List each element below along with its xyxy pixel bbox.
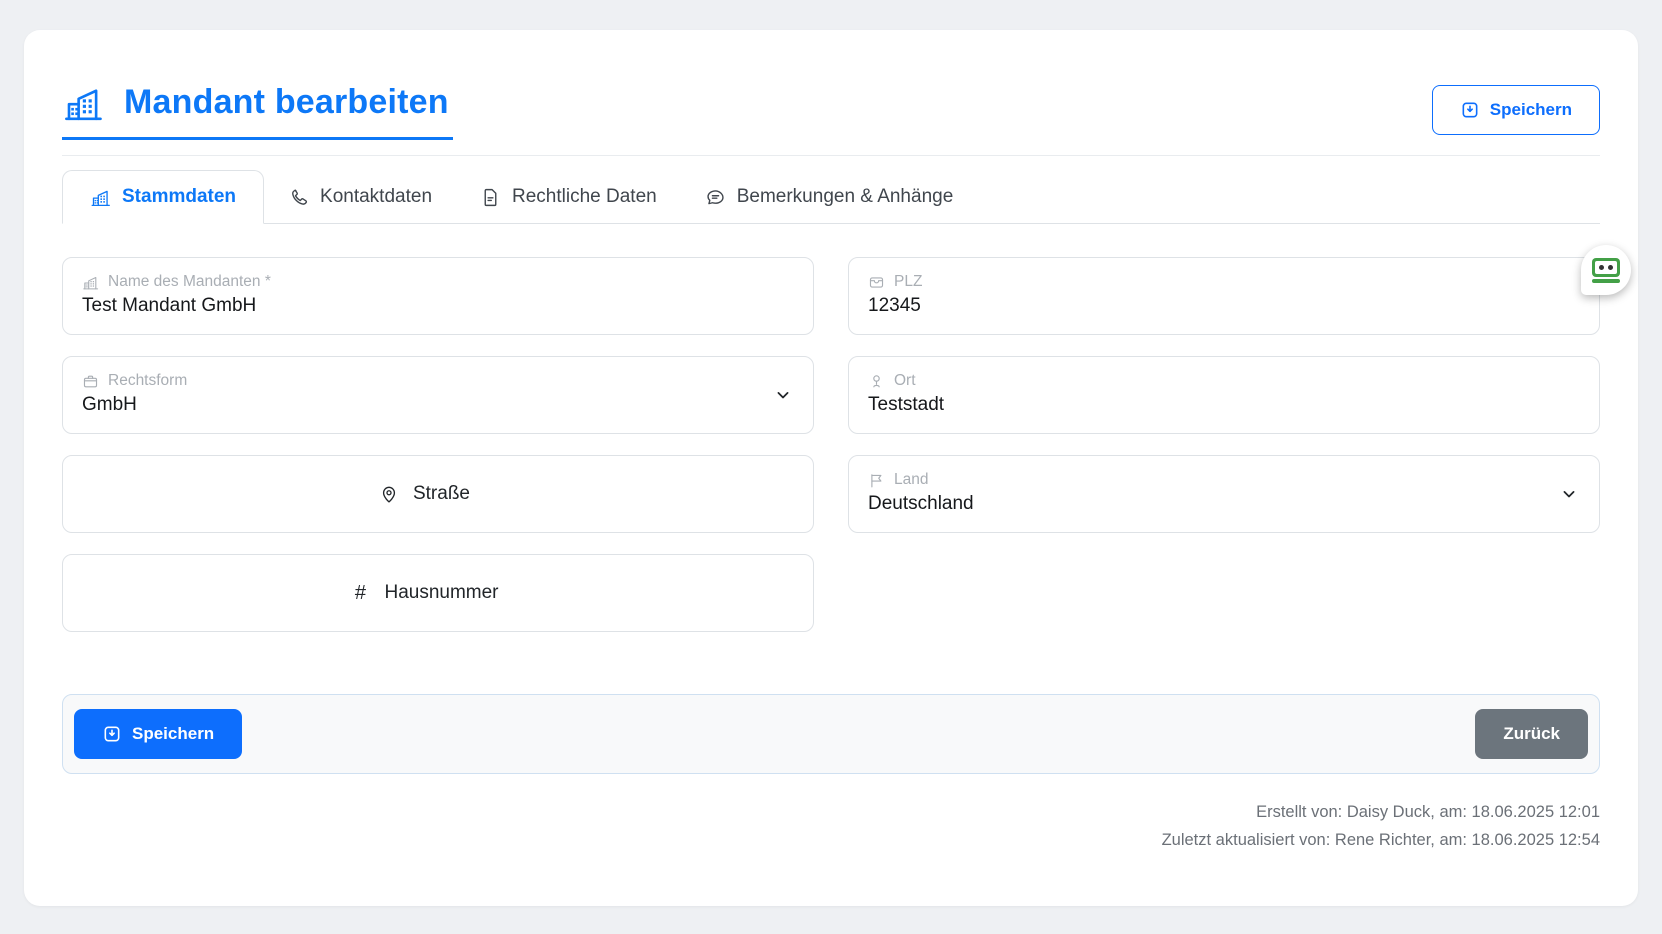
rechtsform-label-row: Rechtsform bbox=[82, 372, 767, 391]
chevron-down-icon[interactable] bbox=[773, 385, 793, 405]
buildings-icon bbox=[62, 82, 104, 124]
phone-icon bbox=[288, 187, 309, 208]
save-icon bbox=[1460, 100, 1480, 120]
stammdaten-form: Name des Mandanten * Test Mandant GmbH R… bbox=[62, 257, 1600, 632]
field-label: PLZ bbox=[894, 273, 922, 292]
roboform-extension-icon[interactable] bbox=[1581, 245, 1631, 295]
mailbox-icon bbox=[868, 274, 885, 291]
field-label: Ort bbox=[894, 372, 916, 391]
tab-label: Rechtliche Daten bbox=[512, 186, 657, 208]
form-column-left: Name des Mandanten * Test Mandant GmbH R… bbox=[62, 257, 814, 632]
briefcase-icon bbox=[82, 373, 99, 390]
plz-label-row: PLZ bbox=[868, 273, 1553, 292]
field-label: Land bbox=[894, 471, 928, 490]
action-bar: Speichern Zurück bbox=[62, 694, 1600, 774]
save-button-bottom[interactable]: Speichern bbox=[74, 709, 242, 759]
save-button-top[interactable]: Speichern bbox=[1432, 85, 1600, 135]
chevron-down-icon[interactable] bbox=[1559, 484, 1579, 504]
tab-bar: Stammdaten Kontaktdaten Rechtliche Daten… bbox=[62, 170, 1600, 224]
mandant-name-field[interactable]: Name des Mandanten * Test Mandant GmbH bbox=[62, 257, 814, 335]
updated-by-text: Zuletzt aktualisiert von: Rene Richter, … bbox=[62, 826, 1600, 854]
flag-icon bbox=[868, 472, 885, 489]
land-select[interactable]: Land Deutschland bbox=[848, 455, 1600, 533]
field-label: Rechtsform bbox=[108, 372, 187, 391]
tab-label: Stammdaten bbox=[122, 186, 236, 208]
document-icon bbox=[480, 187, 501, 208]
land-value: Deutschland bbox=[868, 492, 1553, 517]
robot-eyes bbox=[1595, 261, 1617, 274]
tab-stammdaten[interactable]: Stammdaten bbox=[62, 170, 264, 224]
tab-label: Bemerkungen & Anhänge bbox=[737, 186, 954, 208]
page-header: Mandant bearbeiten Speichern bbox=[62, 82, 1600, 156]
buildings-icon bbox=[82, 274, 99, 291]
ort-field[interactable]: Ort Teststadt bbox=[848, 356, 1600, 434]
tab-label: Kontaktdaten bbox=[320, 186, 432, 208]
ort-label-row: Ort bbox=[868, 372, 1553, 391]
mandant-name-label-row: Name des Mandanten * bbox=[82, 273, 767, 292]
tab-rechtliche-daten[interactable]: Rechtliche Daten bbox=[456, 171, 681, 223]
field-label: Name des Mandanten * bbox=[108, 273, 271, 292]
land-label-row: Land bbox=[868, 471, 1553, 490]
tab-bemerkungen-anhaenge[interactable]: Bemerkungen & Anhänge bbox=[681, 171, 978, 223]
hash-icon: # bbox=[350, 582, 370, 605]
strasse-placeholder: Straße bbox=[413, 483, 470, 505]
mandant-name-value: Test Mandant GmbH bbox=[82, 294, 767, 319]
tab-kontaktdaten[interactable]: Kontaktdaten bbox=[264, 171, 456, 223]
page-title: Mandant bearbeiten bbox=[124, 84, 449, 121]
save-icon bbox=[102, 724, 122, 744]
ort-value: Teststadt bbox=[868, 393, 1553, 418]
save-button-top-label: Speichern bbox=[1490, 100, 1572, 120]
record-meta: Erstellt von: Daisy Duck, am: 18.06.2025… bbox=[62, 798, 1600, 854]
strasse-field[interactable]: Straße bbox=[62, 455, 814, 533]
rechtsform-select[interactable]: Rechtsform GmbH bbox=[62, 356, 814, 434]
rechtsform-value: GmbH bbox=[82, 393, 767, 418]
map-pin-icon bbox=[379, 484, 399, 504]
created-by-text: Erstellt von: Daisy Duck, am: 18.06.2025… bbox=[62, 798, 1600, 826]
mandant-edit-card: Mandant bearbeiten Speichern Stammdaten … bbox=[24, 30, 1638, 906]
plz-value: 12345 bbox=[868, 294, 1553, 319]
save-button-bottom-label: Speichern bbox=[132, 724, 214, 744]
hausnummer-placeholder: Hausnummer bbox=[384, 582, 498, 604]
back-button[interactable]: Zurück bbox=[1475, 709, 1588, 759]
back-button-label: Zurück bbox=[1503, 724, 1560, 744]
plz-field[interactable]: PLZ 12345 bbox=[848, 257, 1600, 335]
form-column-right: PLZ 12345 Ort Teststadt Land Deutschland bbox=[848, 257, 1600, 632]
speech-bubble-icon bbox=[705, 187, 726, 208]
location-pin-icon bbox=[868, 373, 885, 390]
buildings-icon bbox=[90, 187, 111, 208]
robot-icon bbox=[1592, 258, 1620, 277]
page-title-wrap: Mandant bearbeiten bbox=[62, 82, 453, 140]
robot-base bbox=[1592, 279, 1620, 283]
hausnummer-field[interactable]: # Hausnummer bbox=[62, 554, 814, 632]
